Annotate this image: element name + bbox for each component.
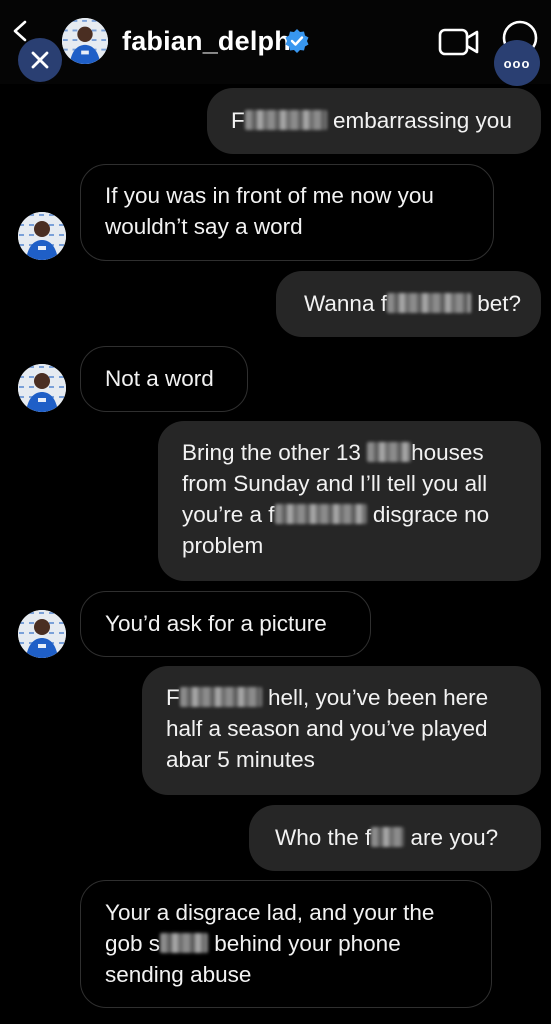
message-text: problem — [182, 533, 264, 558]
avatar[interactable] — [18, 610, 66, 658]
message-text: Wanna f — [304, 291, 387, 316]
chevron-left-icon[interactable] — [10, 20, 32, 42]
chat-header: fabian_delph ooo — [0, 0, 551, 86]
message-text: Not a word — [105, 366, 214, 391]
censored-text — [244, 110, 327, 131]
message-text: from Sunday and I’ll tell you all — [182, 471, 488, 496]
more-icon: ooo — [503, 55, 531, 71]
more-button[interactable]: ooo — [494, 40, 540, 86]
message-text: houses — [411, 440, 484, 465]
message-text: embarrassing you — [326, 108, 512, 133]
message-outgoing[interactable]: Bring the other 13 houses from Sunday an… — [158, 421, 541, 581]
message-text: gob s — [105, 931, 161, 956]
message-incoming[interactable]: If you was in front of me now you wouldn… — [80, 164, 494, 261]
message-text: F — [231, 108, 245, 133]
censored-text — [371, 827, 405, 848]
message-text: disgrace no — [366, 502, 490, 527]
censored-text — [386, 293, 471, 314]
message-text: behind your phone — [208, 931, 401, 956]
message-text: you’re a f — [182, 502, 275, 527]
message-text: You’d ask for a picture — [105, 611, 327, 636]
message-text: hell, you’ve been here — [261, 685, 489, 710]
censored-text — [274, 504, 367, 525]
message-text: are you? — [404, 825, 499, 850]
message-incoming[interactable]: You’d ask for a picture — [80, 591, 371, 657]
close-button[interactable] — [18, 38, 62, 82]
message-incoming[interactable]: Your a disgrace lad, and your the gob s … — [80, 880, 492, 1008]
message-text: wouldn’t say a word — [105, 214, 303, 239]
message-text: If you was in front of me now you — [105, 183, 434, 208]
message-outgoing[interactable]: F embarrassing you — [207, 88, 541, 154]
avatar[interactable] — [18, 364, 66, 412]
avatar[interactable] — [18, 212, 66, 260]
message-incoming[interactable]: Not a word — [80, 346, 248, 412]
close-icon — [31, 51, 49, 69]
message-text: abar 5 minutes — [166, 747, 315, 772]
video-camera-icon[interactable] — [438, 26, 480, 58]
message-outgoing[interactable]: F hell, you’ve been here half a season a… — [142, 666, 541, 795]
username-label[interactable]: fabian_delph — [122, 26, 291, 57]
censored-text — [179, 687, 262, 708]
message-outgoing[interactable]: Wanna f bet? — [276, 271, 541, 337]
message-text: sending abuse — [105, 962, 252, 987]
message-text: Bring the other 13 — [182, 440, 368, 465]
message-text: bet? — [470, 291, 522, 316]
header-avatar[interactable] — [62, 18, 108, 64]
message-text: F — [166, 685, 180, 710]
verified-badge-icon — [285, 29, 309, 53]
censored-text — [160, 933, 209, 954]
censored-text — [367, 442, 412, 463]
message-text: Your a disgrace lad, and your the — [105, 900, 435, 925]
message-outgoing[interactable]: Who the f are you? — [249, 805, 541, 871]
message-text: half a season and you’ve played — [166, 716, 488, 741]
message-text: Who the f — [275, 825, 372, 850]
